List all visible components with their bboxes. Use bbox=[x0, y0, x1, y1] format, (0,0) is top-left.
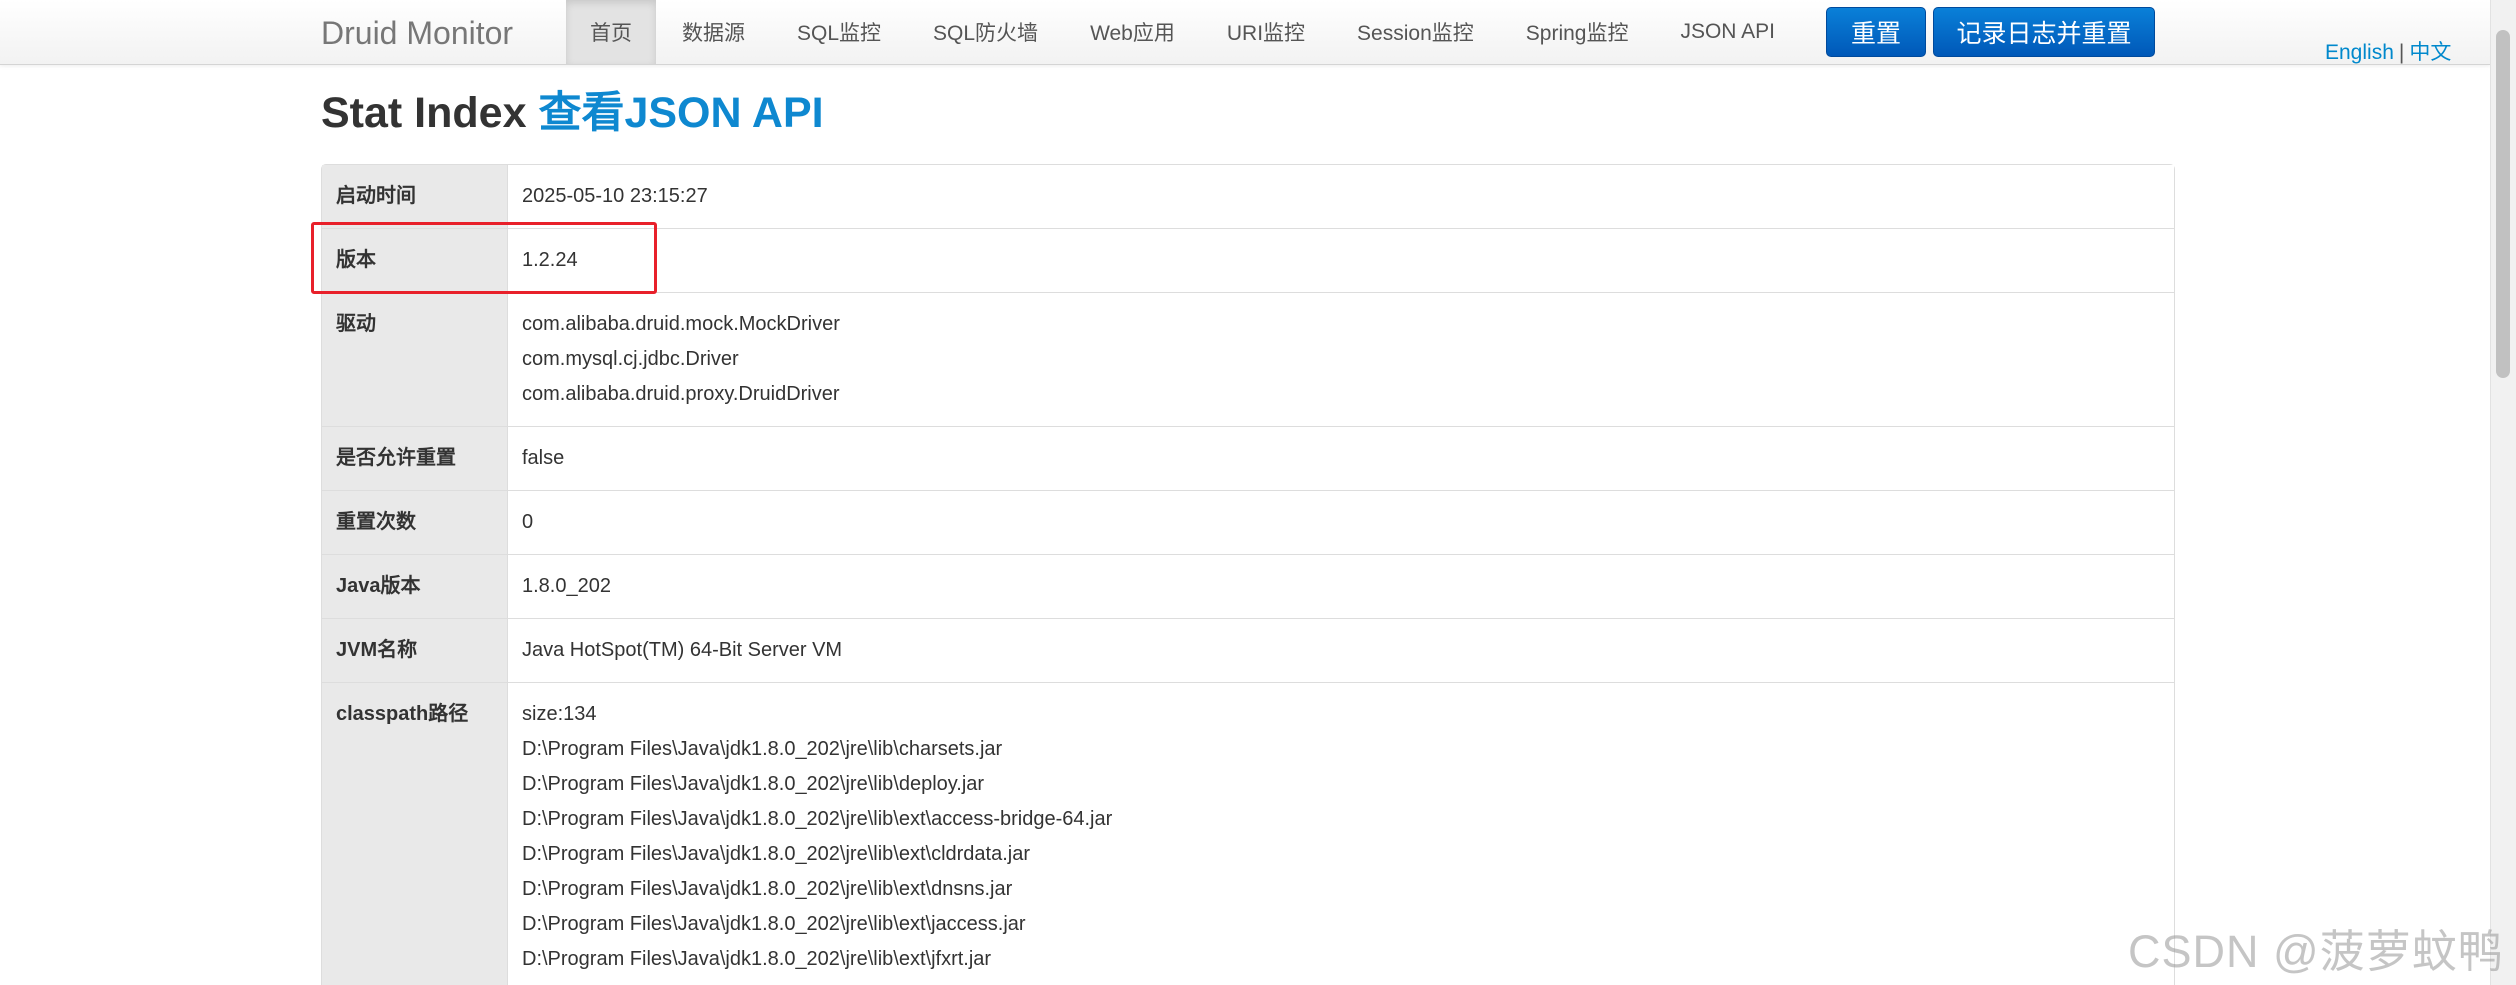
nav-item-label: URI监控 bbox=[1226, 22, 1306, 45]
nav-item-json-api[interactable]: JSON API bbox=[1654, 0, 1801, 64]
nav-item-label: SQL防火墙 bbox=[933, 22, 1039, 45]
stat-value-line: com.alibaba.druid.mock.MockDriver bbox=[522, 313, 840, 335]
stat-value-line: com.mysql.cj.jdbc.Driver bbox=[522, 348, 739, 370]
stat-value: Java HotSpot(TM) 64-Bit Server VM bbox=[508, 618, 2174, 682]
stat-value-line: D:\Program Files\Java\jdk1.8.0_202\jre\l… bbox=[522, 913, 1026, 935]
stat-value-line: false bbox=[522, 447, 565, 469]
nav-item-label: 首页 bbox=[590, 22, 632, 45]
lang-chinese-link[interactable]: 中文 bbox=[2409, 41, 2451, 64]
table-row: classpath路径 size:134 D:\Program Files\Java… bbox=[322, 682, 2174, 985]
nav-item-spring-monitor[interactable]: Spring监控 bbox=[1500, 0, 1655, 64]
stat-value: 0 bbox=[508, 490, 2174, 554]
stat-value: false bbox=[508, 426, 2174, 490]
table-row: 驱动 com.alibaba.druid.mock.MockDriver com.m… bbox=[322, 292, 2174, 426]
nav-item-web-app[interactable]: Web应用 bbox=[1064, 0, 1201, 64]
stat-key: 启动时间 bbox=[322, 165, 508, 228]
scrollbar-thumb[interactable] bbox=[2496, 30, 2510, 378]
stat-key: classpath路径 bbox=[322, 682, 508, 985]
nav-item-label: JSON API bbox=[1680, 20, 1775, 43]
nav-item-label: 数据源 bbox=[682, 22, 745, 45]
stat-table-body: 启动时间 2025-05-10 23:15:27 版本 1.2.24 驱动 com.ali… bbox=[322, 165, 2174, 985]
table-row: 是否允许重置 false bbox=[322, 426, 2174, 490]
csdn-watermark: CSDN @菠萝蚊鸭 bbox=[2128, 926, 2504, 977]
stat-value-line: 1.8.0_202 bbox=[522, 575, 611, 597]
stat-value: 1.2.24 bbox=[508, 228, 2174, 292]
stat-value-line: 2025-05-10 23:15:27 bbox=[522, 185, 708, 207]
vertical-scrollbar[interactable] bbox=[2490, 0, 2516, 985]
stat-value-line: D:\Program Files\Java\jdk1.8.0_202\jre\l… bbox=[522, 738, 1003, 760]
language-switcher: English | 中文 bbox=[2325, 36, 2451, 66]
table-row: Java版本 1.8.0_202 bbox=[322, 554, 2174, 618]
nav-item-uri-monitor[interactable]: URI监控 bbox=[1201, 0, 1331, 64]
nav-item-label: Spring监控 bbox=[1525, 22, 1629, 45]
stat-value-line: D:\Program Files\Java\jdk1.8.0_202\jre\l… bbox=[522, 808, 1113, 830]
stat-index-table: 启动时间 2025-05-10 23:15:27 版本 1.2.24 驱动 com.ali… bbox=[321, 164, 2175, 985]
stat-value-line: Java HotSpot(TM) 64-Bit Server VM bbox=[522, 639, 843, 661]
page: Druid Monitor 首页 数据源 SQL监控 SQL防火墙 Web应用 … bbox=[0, 0, 2516, 985]
table-row: 重置次数 0 bbox=[322, 490, 2174, 554]
stat-key: 重置次数 bbox=[322, 490, 508, 554]
stat-value-line: com.alibaba.druid.proxy.DruidDriver bbox=[522, 383, 840, 405]
table-row: 启动时间 2025-05-10 23:15:27 bbox=[322, 165, 2174, 228]
nav-item-label: Web应用 bbox=[1090, 22, 1175, 45]
stat-value-line: 0 bbox=[522, 511, 534, 533]
lang-separator: | bbox=[2398, 41, 2405, 64]
stat-key: 是否允许重置 bbox=[322, 426, 508, 490]
top-navbar: Druid Monitor 首页 数据源 SQL监控 SQL防火墙 Web应用 … bbox=[0, 0, 2490, 65]
lang-english-link[interactable]: English bbox=[2325, 41, 2394, 64]
table-row: 版本 1.2.24 bbox=[322, 228, 2174, 292]
main-nav: 首页 数据源 SQL监控 SQL防火墙 Web应用 URI监控 Session监… bbox=[566, 0, 1801, 64]
nav-item-label: Session监控 bbox=[1357, 22, 1474, 45]
nav-item-label: SQL监控 bbox=[797, 22, 882, 45]
nav-item-datasource[interactable]: 数据源 bbox=[656, 0, 771, 64]
nav-item-home[interactable]: 首页 bbox=[566, 0, 656, 64]
stat-value-line: D:\Program Files\Java\jdk1.8.0_202\jre\l… bbox=[522, 843, 1031, 865]
nav-item-sql-firewall[interactable]: SQL防火墙 bbox=[907, 0, 1064, 64]
nav-item-sql-monitor[interactable]: SQL监控 bbox=[771, 0, 907, 64]
page-title: Stat Index 查看JSON API bbox=[321, 82, 824, 144]
log-and-reset-button[interactable]: 记录日志并重置 bbox=[1933, 7, 2155, 57]
view-json-api-link[interactable]: 查看JSON API bbox=[538, 89, 823, 137]
stat-value-line: D:\Program Files\Java\jdk1.8.0_202\jre\l… bbox=[522, 878, 1013, 900]
stat-value: com.alibaba.druid.mock.MockDriver com.mys… bbox=[508, 292, 2174, 426]
stat-key: Java版本 bbox=[322, 554, 508, 618]
stat-value-line: D:\Program Files\Java\jdk1.8.0_202\jre\l… bbox=[522, 948, 992, 970]
stat-key: 驱动 bbox=[322, 292, 508, 426]
reset-button[interactable]: 重置 bbox=[1826, 7, 1926, 57]
stat-value-line: size:134 bbox=[522, 703, 597, 725]
stat-value: 1.8.0_202 bbox=[508, 554, 2174, 618]
stat-value: size:134 D:\Program Files\Java\jdk1.8.0_2… bbox=[508, 682, 2174, 985]
stat-key: 版本 bbox=[322, 228, 508, 292]
page-title-text: Stat Index bbox=[321, 89, 527, 137]
stat-value-line: 1.2.24 bbox=[522, 249, 578, 271]
stat-value-line: D:\Program Files\Java\jdk1.8.0_202\jre\l… bbox=[522, 773, 985, 795]
stat-key: JVM名称 bbox=[322, 618, 508, 682]
stat-value: 2025-05-10 23:15:27 bbox=[508, 165, 2174, 228]
table-row: JVM名称 Java HotSpot(TM) 64-Bit Server VM bbox=[322, 618, 2174, 682]
nav-item-session-monitor[interactable]: Session监控 bbox=[1331, 0, 1500, 64]
brand-logo[interactable]: Druid Monitor bbox=[321, 12, 513, 54]
